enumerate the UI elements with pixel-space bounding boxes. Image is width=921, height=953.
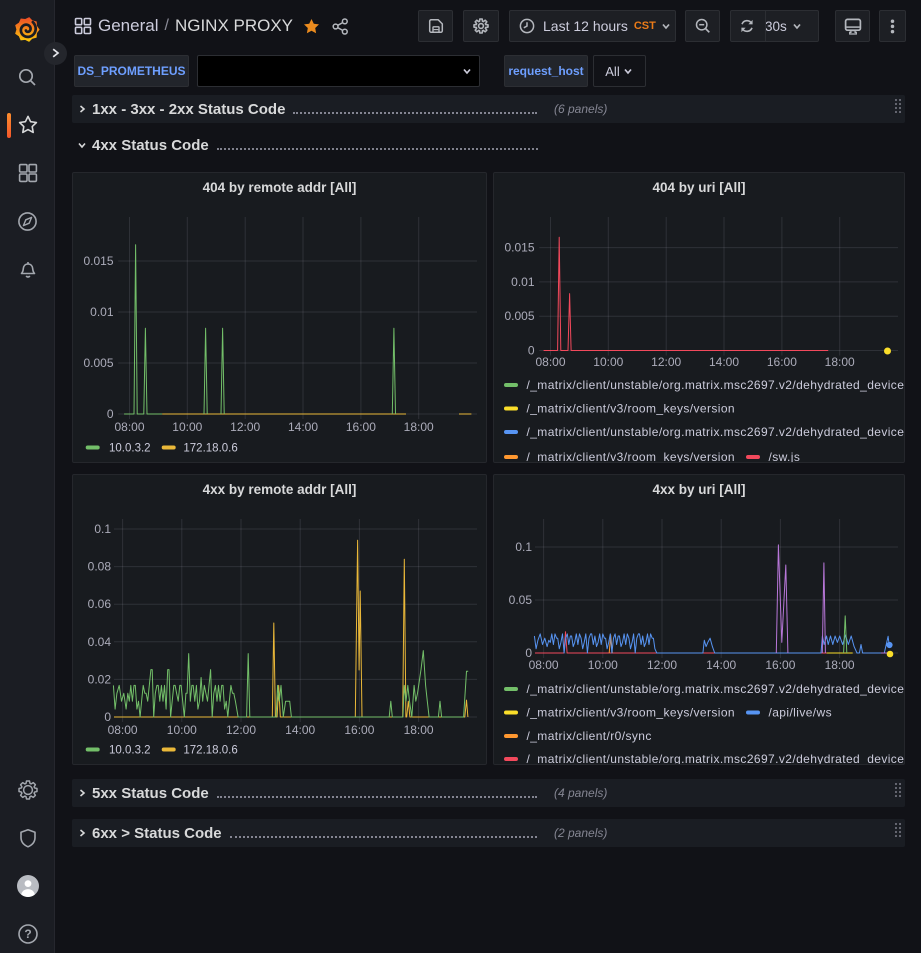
svg-text:10:00: 10:00 xyxy=(172,420,202,434)
svg-text:/_matrix/client/v3/room_keys/v: /_matrix/client/v3/room_keys/version xyxy=(527,450,735,463)
svg-text:18:00: 18:00 xyxy=(825,658,855,672)
svg-text:12:00: 12:00 xyxy=(230,420,260,434)
svg-text:0.06: 0.06 xyxy=(88,597,112,611)
svg-text:/_matrix/client/unstable/org.m: /_matrix/client/unstable/org.matrix.msc2… xyxy=(527,378,905,392)
svg-text:0.01: 0.01 xyxy=(511,275,535,289)
svg-text:10:00: 10:00 xyxy=(167,723,197,737)
svg-text:0.1: 0.1 xyxy=(94,522,111,536)
svg-text:18:00: 18:00 xyxy=(825,355,855,369)
svg-text:16:00: 16:00 xyxy=(765,658,795,672)
svg-text:0.02: 0.02 xyxy=(88,672,112,686)
svg-text:0: 0 xyxy=(528,344,535,358)
svg-text:?: ? xyxy=(24,927,31,941)
svg-text:172.18.0.6: 172.18.0.6 xyxy=(183,745,237,757)
svg-text:10.0.3.2: 10.0.3.2 xyxy=(109,745,151,757)
svg-text:/_matrix/client/r0/sync: /_matrix/client/r0/sync xyxy=(527,729,652,743)
svg-text:0: 0 xyxy=(104,710,111,724)
svg-text:18:00: 18:00 xyxy=(404,420,434,434)
svg-text:08:00: 08:00 xyxy=(108,723,138,737)
svg-text:14:00: 14:00 xyxy=(285,723,315,737)
svg-text:08:00: 08:00 xyxy=(535,355,565,369)
svg-text:08:00: 08:00 xyxy=(529,658,559,672)
svg-text:14:00: 14:00 xyxy=(709,355,739,369)
svg-text:0.005: 0.005 xyxy=(83,356,113,370)
svg-text:14:00: 14:00 xyxy=(706,658,736,672)
svg-text:0.015: 0.015 xyxy=(83,254,113,268)
svg-text:16:00: 16:00 xyxy=(344,723,374,737)
svg-text:0.04: 0.04 xyxy=(88,635,112,649)
svg-text:/_matrix/client/unstable/org.m: /_matrix/client/unstable/org.matrix.msc2… xyxy=(527,682,905,696)
svg-text:0: 0 xyxy=(107,407,114,421)
svg-text:0.1: 0.1 xyxy=(515,540,532,554)
svg-text:10:00: 10:00 xyxy=(588,658,618,672)
svg-text:/_matrix/client/v3/room_keys/v: /_matrix/client/v3/room_keys/version xyxy=(527,706,735,720)
svg-text:/api/live/ws: /api/live/ws xyxy=(769,706,833,720)
svg-text:08:00: 08:00 xyxy=(114,420,144,434)
svg-text:12:00: 12:00 xyxy=(647,658,677,672)
svg-text:14:00: 14:00 xyxy=(288,420,318,434)
svg-text:/_matrix/client/unstable/org.m: /_matrix/client/unstable/org.matrix.msc2… xyxy=(527,752,905,765)
svg-text:0.005: 0.005 xyxy=(504,309,534,323)
svg-text:172.18.0.6: 172.18.0.6 xyxy=(183,443,237,455)
svg-text:10:00: 10:00 xyxy=(593,355,623,369)
svg-text:12:00: 12:00 xyxy=(226,723,256,737)
svg-text:16:00: 16:00 xyxy=(346,420,376,434)
svg-text:0.05: 0.05 xyxy=(509,593,533,607)
svg-text:0.015: 0.015 xyxy=(504,241,534,255)
svg-text:/_matrix/client/unstable/org.m: /_matrix/client/unstable/org.matrix.msc2… xyxy=(527,425,905,439)
svg-text:18:00: 18:00 xyxy=(404,723,434,737)
svg-text:0.01: 0.01 xyxy=(90,305,114,319)
svg-text:/_matrix/client/v3/room_keys/v: /_matrix/client/v3/room_keys/version xyxy=(527,402,735,416)
svg-text:16:00: 16:00 xyxy=(767,355,797,369)
svg-text:/sw.js: /sw.js xyxy=(769,450,801,463)
svg-text:12:00: 12:00 xyxy=(651,355,681,369)
svg-text:0.08: 0.08 xyxy=(88,560,112,574)
svg-text:10.0.3.2: 10.0.3.2 xyxy=(109,443,151,455)
